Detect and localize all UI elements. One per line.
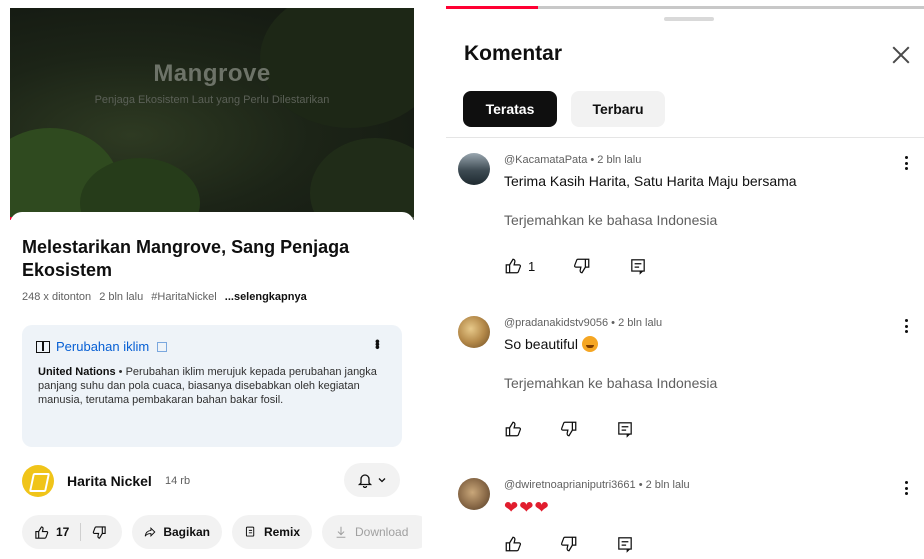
remix-icon [245, 526, 255, 537]
comment-reply-button[interactable] [629, 257, 647, 275]
reply-icon [618, 422, 632, 438]
video-overlay-subtitle: Penjaga Ekosistem Laut yang Perlu Dilest… [94, 94, 330, 106]
tab-top-comments[interactable]: Teratas [463, 91, 557, 127]
comment-dislike-button[interactable] [573, 257, 591, 275]
info-topic-link[interactable]: Perubahan iklim [56, 339, 149, 354]
comment-author[interactable]: @dwiretnoaprianiputri3661 [504, 479, 636, 491]
thumb-up-icon [35, 525, 49, 539]
thumb-down-icon [574, 258, 590, 274]
comment-menu-icon[interactable] [902, 153, 910, 173]
chevron-down-icon [378, 478, 386, 483]
translate-link[interactable]: Terjemahkan ke bahasa Indonesia [504, 375, 717, 391]
heart-eyes-emoji-icon [581, 336, 598, 352]
share-label: Bagikan [163, 525, 210, 539]
like-count: 17 [56, 525, 70, 539]
comment-header: @pradanakidstv9056 • 2 bln lalu [504, 317, 663, 329]
foliage-shape [310, 138, 414, 220]
video-overlay-title: Mangrove [153, 60, 271, 87]
comment-like-count: 1 [528, 258, 536, 274]
comment-item: @dwiretnoaprianiputri3661 • 2 bln lalu ❤… [446, 478, 924, 559]
comment-text: Terima Kasih Harita, Satu Harita Maju be… [504, 173, 797, 189]
comment-reply-button[interactable] [616, 535, 634, 553]
reply-icon [631, 259, 646, 275]
thumb-down-icon [93, 525, 107, 539]
channel-avatar[interactable] [22, 465, 54, 497]
external-link-icon [157, 341, 168, 352]
comment-time: 2 bln lalu [645, 479, 690, 491]
commenter-avatar[interactable] [458, 316, 490, 348]
download-button[interactable]: Download [322, 515, 422, 549]
comment-actions [504, 420, 672, 438]
like-divider [80, 523, 82, 541]
upload-age: 2 bln lalu [99, 291, 144, 303]
video-player[interactable]: Mangrove Penjaga Ekosistem Laut yang Per… [10, 8, 414, 220]
comment-like-button[interactable] [504, 535, 522, 553]
comment-text-row: So beautiful [504, 336, 598, 352]
thumb-up-icon [505, 536, 522, 552]
comment-actions: 1 [504, 257, 685, 275]
thumb-down-icon [560, 536, 577, 552]
comment-time: 2 bln lalu [618, 317, 663, 329]
comment-header: @KacamataPata • 2 bln lalu [504, 154, 642, 166]
commenter-avatar[interactable] [458, 478, 490, 510]
info-panel-body: United Nations • Perubahan iklim merujuk… [38, 365, 388, 407]
comment-dislike-button[interactable] [560, 420, 578, 438]
subscriber-count: 14 rb [165, 475, 191, 487]
comment-text: ❤❤❤ [504, 498, 550, 517]
more-options-icon[interactable]: ••• [370, 339, 386, 348]
video-title: Melestarikan Mangrove, Sang Penjaga Ekos… [22, 237, 350, 280]
show-more-link[interactable]: ...selengkapnya [225, 291, 307, 303]
info-source: United Nations [38, 366, 116, 378]
top-progress-bar [446, 6, 924, 9]
like-dislike-button[interactable]: 17 [22, 515, 122, 549]
remix-button[interactable]: Remix [232, 515, 312, 549]
thumb-down-icon [560, 421, 577, 437]
info-panel[interactable]: Perubahan iklim ••• United Nations • Per… [22, 325, 402, 447]
info-panel-header: Perubahan iklim [36, 339, 168, 354]
comment-reply-button[interactable] [616, 420, 634, 438]
comment-text: So beautiful [504, 336, 578, 352]
comment-item: @pradanakidstv9056 • 2 bln lalu So beaut… [446, 316, 924, 476]
comment-author[interactable]: @KacamataPata [504, 154, 587, 166]
tab-newest-comments[interactable]: Terbaru [571, 91, 665, 127]
reply-icon [618, 537, 632, 553]
comment-like-button[interactable] [504, 420, 522, 438]
commenter-avatar[interactable] [458, 153, 490, 185]
comment-item: @KacamataPata • 2 bln lalu Terima Kasih … [446, 153, 924, 313]
drag-handle[interactable] [664, 17, 714, 21]
download-label: Download [355, 525, 409, 539]
channel-name[interactable]: Harita Nickel [67, 473, 152, 489]
comment-time: 2 bln lalu [597, 154, 642, 166]
download-icon [336, 526, 346, 538]
thumb-up-icon [505, 258, 522, 274]
share-icon [144, 527, 156, 537]
comment-menu-icon[interactable] [902, 316, 910, 336]
hashtag-link[interactable]: #HaritaNickel [151, 291, 216, 303]
comment-actions [504, 535, 672, 553]
video-meta: 248 x ditonton 2 bln lalu #HaritaNickel … [22, 291, 312, 303]
thumb-up-icon [505, 421, 522, 437]
comments-title: Komentar [464, 42, 563, 65]
book-icon [36, 340, 50, 353]
remix-label: Remix [263, 525, 300, 539]
action-bar: 17 Bagikan Remix Download [22, 515, 422, 551]
notification-bell-button[interactable] [344, 463, 400, 497]
comment-like-button[interactable]: 1 [504, 257, 535, 275]
comment-dislike-button[interactable] [560, 535, 578, 553]
comment-author[interactable]: @pradanakidstv9056 [504, 317, 608, 329]
bell-icon [357, 474, 373, 488]
comment-menu-icon[interactable] [902, 478, 910, 498]
view-count: 248 x ditonton [22, 291, 92, 303]
comment-header: @dwiretnoaprianiputri3661 • 2 bln lalu [504, 479, 690, 491]
top-progress-fill [446, 6, 538, 9]
channel-row: Harita Nickel 14 rb [22, 463, 402, 499]
close-icon[interactable] [890, 44, 912, 66]
translate-link[interactable]: Terjemahkan ke bahasa Indonesia [504, 212, 717, 228]
share-button[interactable]: Bagikan [132, 515, 222, 549]
video-details-pane: Mangrove Penjaga Ekosistem Laut yang Per… [0, 0, 422, 559]
header-divider [446, 137, 924, 138]
comments-sheet: Komentar Teratas Terbaru @KacamataPata •… [446, 0, 924, 559]
